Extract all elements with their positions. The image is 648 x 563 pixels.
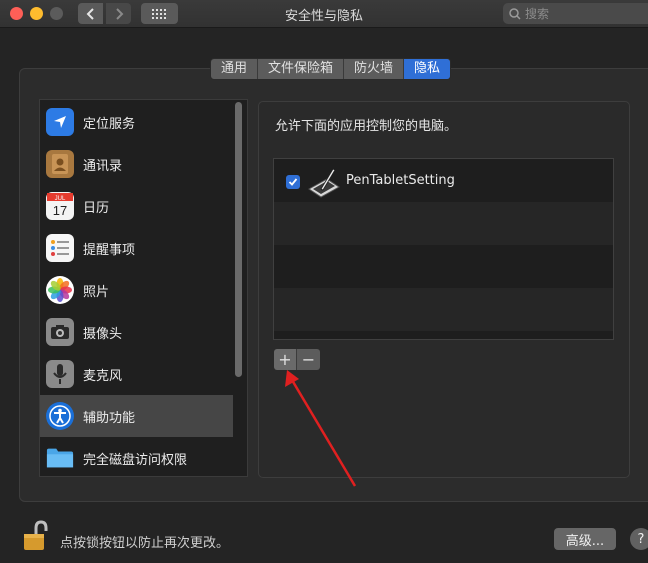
title-bar: 安全性与隐私 搜索 (0, 0, 648, 28)
folder-icon (46, 444, 74, 472)
panel-description: 允许下面的应用控制您的电脑。 (275, 119, 458, 134)
sidebar-item-calendar[interactable]: JUL 17 日历 (40, 185, 233, 227)
search-placeholder: 搜索 (525, 7, 550, 21)
app-enable-checkbox[interactable] (286, 175, 300, 189)
remove-app-button[interactable]: − (297, 349, 320, 370)
tab-filevault[interactable]: 文件保险箱 (258, 59, 345, 79)
sidebar-item-full-disk-access[interactable]: 完全磁盘访问权限 (40, 437, 233, 476)
reminders-icon (46, 234, 74, 262)
sidebar-item-label: 提醒事项 (83, 242, 136, 258)
tab-firewall[interactable]: 防火墙 (344, 59, 405, 79)
tab-privacy[interactable]: 隐私 (404, 59, 451, 79)
search-icon (509, 7, 521, 20)
sidebar-item-label: 通讯录 (83, 158, 123, 174)
search-input[interactable]: 搜索 (503, 3, 648, 24)
checkmark-icon (288, 178, 298, 186)
app-list[interactable]: PenTabletSetting (273, 158, 614, 340)
app-name: PenTabletSetting (346, 173, 455, 188)
privacy-category-list[interactable]: 定位服务 通讯录 JUL 17 日历 提醒事项 照片 摄像头 麦克风 辅助功能 … (39, 99, 248, 477)
sidebar-item-location[interactable]: 定位服务 (40, 101, 233, 143)
lock-hint-text: 点按锁按钮以防止再次更改。 (60, 536, 230, 551)
lock-button[interactable] (22, 520, 48, 552)
help-button[interactable]: ? (630, 528, 648, 550)
sidebar-item-label: 摄像头 (83, 326, 123, 342)
microphone-icon (46, 360, 74, 388)
sidebar-item-label: 辅助功能 (83, 410, 136, 426)
empty-list-row (274, 202, 613, 245)
sidebar-item-contacts[interactable]: 通讯录 (40, 143, 233, 185)
camera-icon (46, 318, 74, 346)
calendar-icon: JUL 17 (46, 192, 74, 220)
tab-bar: 通用 文件保险箱 防火墙 隐私 (210, 58, 452, 80)
accessibility-icon (46, 402, 74, 430)
pen-tablet-icon (307, 165, 341, 199)
sidebar-item-label: 麦克风 (83, 368, 123, 384)
svg-text:17: 17 (53, 203, 67, 218)
sidebar-item-label: 照片 (83, 284, 110, 300)
add-remove-control: + − (274, 349, 320, 370)
sidebar-item-microphone[interactable]: 麦克风 (40, 353, 233, 395)
sidebar-item-reminders[interactable]: 提醒事项 (40, 227, 233, 269)
location-arrow-icon (46, 108, 74, 136)
advanced-button[interactable]: 高级... (554, 528, 616, 550)
contacts-book-icon (46, 150, 74, 178)
svg-text:JUL: JUL (55, 196, 66, 202)
add-app-button[interactable]: + (274, 349, 297, 370)
sidebar-scrollbar[interactable] (235, 102, 242, 377)
sidebar-item-camera[interactable]: 摄像头 (40, 311, 233, 353)
sidebar-item-photos[interactable]: 照片 (40, 269, 233, 311)
sidebar-item-label: 完全磁盘访问权限 (83, 452, 188, 468)
empty-list-row (274, 288, 613, 331)
sidebar-item-accessibility[interactable]: 辅助功能 (40, 395, 233, 437)
sidebar-item-label: 日历 (83, 200, 110, 216)
sidebar-item-label: 定位服务 (83, 116, 136, 132)
photos-icon (46, 276, 74, 304)
empty-list-row (274, 245, 613, 288)
list-item[interactable]: PenTabletSetting (274, 159, 613, 202)
tab-general[interactable]: 通用 (211, 59, 259, 79)
unlocked-padlock-icon (24, 520, 48, 550)
